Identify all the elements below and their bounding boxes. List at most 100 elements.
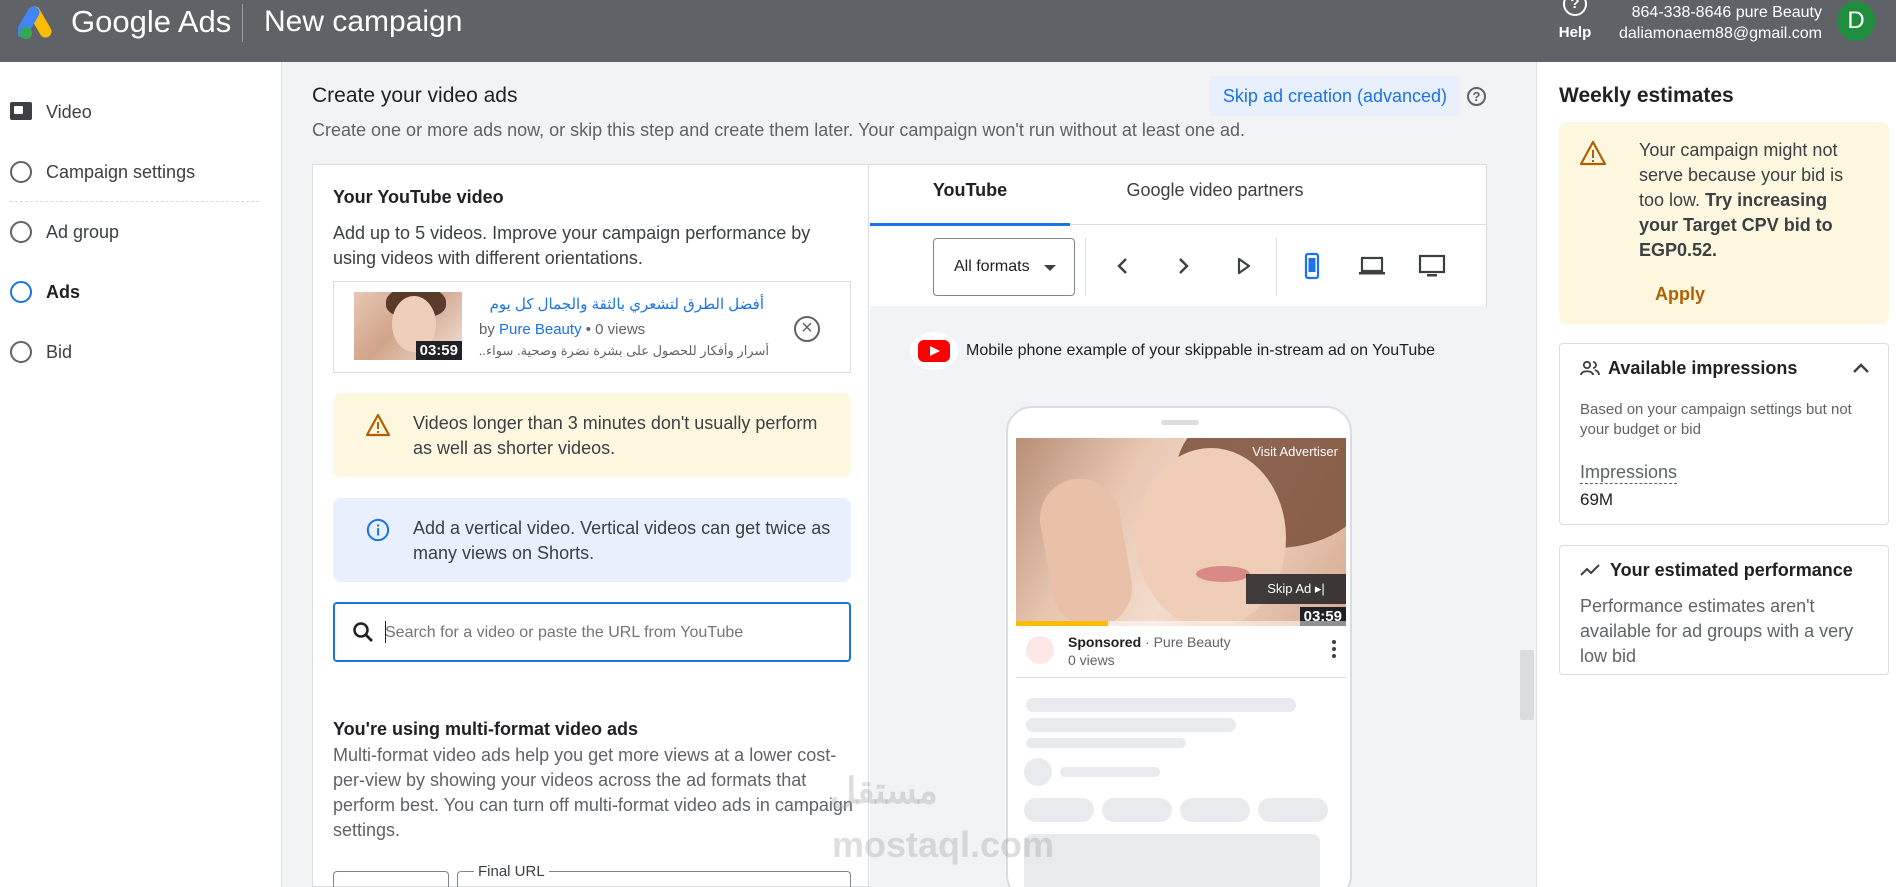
- more-vert-icon[interactable]: [1332, 640, 1336, 658]
- info-icon: [366, 518, 390, 542]
- nav-step-label: Bid: [46, 342, 73, 362]
- channel-avatar: [1026, 636, 1054, 664]
- format-select[interactable]: All formats: [933, 238, 1075, 296]
- video-byline: by Pure Beauty • 0 views: [479, 321, 645, 338]
- avatar[interactable]: D: [1837, 1, 1875, 41]
- people-icon: [1580, 360, 1600, 376]
- chevron-left-icon[interactable]: [1108, 251, 1138, 281]
- youtube-icon: [918, 340, 950, 362]
- radio-active-icon: [10, 281, 32, 303]
- impressions-note: Based on your campaign settings but not …: [1580, 401, 1852, 438]
- placeholder-chip: [1024, 798, 1094, 822]
- placeholder-avatar: [1024, 758, 1052, 786]
- tab-google-video-partners[interactable]: Google video partners: [1100, 165, 1330, 225]
- apply-button[interactable]: Apply: [1655, 284, 1705, 305]
- bid-warning-card: Your campaign might not serve because yo…: [1559, 122, 1889, 324]
- video-thumbnail: 03:59: [354, 292, 462, 360]
- youtube-video-description: Add up to 5 videos. Improve your campaig…: [333, 223, 811, 268]
- impressions-header[interactable]: Available impressions: [1580, 358, 1797, 379]
- placeholder-line: [1026, 718, 1236, 732]
- radio-icon: [10, 161, 32, 183]
- tab-youtube[interactable]: YouTube: [870, 165, 1070, 226]
- brand-name: Google Ads: [71, 4, 232, 39]
- preview-caption: Mobile phone example of your skippable i…: [966, 342, 1436, 359]
- laptop-icon[interactable]: [1357, 251, 1387, 281]
- format-select-value: All formats: [954, 258, 1030, 275]
- dropdown-arrow-icon: [1044, 265, 1056, 271]
- ad-hand: [1033, 472, 1139, 626]
- help-label: Help: [1558, 24, 1592, 41]
- help-button[interactable]: ? Help: [1556, 0, 1594, 46]
- chevron-up-icon[interactable]: [1852, 362, 1870, 374]
- remove-video-icon[interactable]: ×: [794, 316, 820, 342]
- placeholder-line: [1060, 767, 1160, 777]
- final-url-field[interactable]: Final URL: [457, 863, 851, 887]
- weekly-estimates-panel: Weekly estimates Your campaign might not…: [1536, 62, 1896, 887]
- ad-video-frame[interactable]: Visit Advertiser Skip Ad ▸| 03:59: [1016, 438, 1346, 626]
- ad-editor-panel: Your YouTube video Add up to 5 videos. I…: [313, 165, 869, 887]
- nav-step-label: Ad group: [46, 222, 120, 242]
- bid-warning-text: Your campaign might not serve because yo…: [1639, 138, 1869, 263]
- video-search-box[interactable]: [333, 602, 851, 662]
- search-icon: [353, 622, 373, 642]
- mobile-device-icon[interactable]: [1297, 251, 1327, 281]
- phone-mockup: Visit Advertiser Skip Ad ▸| 03:59 Sponso…: [1006, 406, 1352, 887]
- url-prefix-field[interactable]: [333, 871, 449, 887]
- warning-text: Videos longer than 3 minutes don't usual…: [413, 413, 818, 458]
- performance-title: Your estimated performance: [1610, 560, 1853, 580]
- byline-prefix: by: [479, 321, 495, 338]
- duration-warning: Videos longer than 3 minutes don't usual…: [333, 393, 851, 477]
- skip-ad-button[interactable]: Skip Ad ▸|: [1246, 574, 1346, 604]
- nav-step-label: Campaign settings: [46, 162, 196, 182]
- vertical-video-info: Add a vertical video. Vertical videos ca…: [333, 498, 851, 582]
- main-scrollbar-thumb[interactable]: [1520, 650, 1534, 720]
- advertiser-name: · Pure Beauty: [1145, 634, 1231, 650]
- account-info[interactable]: 864-338-8646 pure Beauty daliamonaem88@g…: [1600, 2, 1822, 44]
- warning-icon: [1579, 140, 1607, 166]
- play-icon[interactable]: [1228, 251, 1258, 281]
- youtube-video-title: Your YouTube video: [333, 187, 504, 207]
- weekly-estimates-title: Weekly estimates: [1559, 84, 1734, 107]
- text-caret: [385, 621, 386, 643]
- sponsored-label: Sponsored: [1068, 634, 1142, 650]
- selected-video-item[interactable]: 03:59 أفضل الطرق لتشعري بالثقة والجمال ك…: [333, 281, 851, 373]
- toolbar-divider: [1085, 238, 1086, 296]
- watermark-latin: mostaql.com: [832, 824, 1055, 865]
- impressions-label[interactable]: Impressions: [1580, 462, 1678, 484]
- video-snippet: أسرار وأفكار للحصول على بشرة نضرة وصحية.…: [479, 343, 769, 358]
- video-duration: 03:59: [415, 341, 462, 360]
- visit-advertiser-link[interactable]: Visit Advertiser: [1252, 444, 1338, 459]
- skip-next-icon: ▸|: [1314, 581, 1325, 596]
- impressions-title: Available impressions: [1608, 358, 1798, 378]
- phone-speaker: [1161, 420, 1199, 425]
- channel-link[interactable]: Pure Beauty: [499, 321, 582, 338]
- header-divider: [242, 4, 243, 42]
- placeholder-chip: [1102, 798, 1172, 822]
- help-icon[interactable]: ?: [1467, 87, 1486, 106]
- video-title[interactable]: أفضل الطرق لتشعري بالثقة والجمال كل يوم: [484, 295, 764, 313]
- video-search-input[interactable]: [385, 620, 825, 646]
- skip-ad-creation-button[interactable]: Skip ad creation (advanced): [1210, 76, 1460, 116]
- nav-divider: [10, 201, 259, 202]
- steps-nav: Video Campaign settings Ad group Ads Bid: [0, 62, 282, 887]
- toolbar-divider: [1276, 238, 1277, 296]
- final-url-label: Final URL: [474, 863, 549, 880]
- sponsored-line: Sponsored · Pure Beauty: [1068, 634, 1231, 650]
- chevron-right-icon[interactable]: [1168, 251, 1198, 281]
- multiformat-text: Multi-format video ads help you get more…: [333, 745, 853, 840]
- info-text: Add a vertical video. Vertical videos ca…: [413, 518, 831, 563]
- top-bar: Google Ads New campaign ? Help 864-338-8…: [0, 0, 1896, 62]
- desktop-icon[interactable]: [1417, 251, 1447, 281]
- preview-tabs: YouTube Google video partners: [870, 165, 1487, 226]
- ad-preview-panel: YouTube Google video partners All format…: [870, 165, 1487, 887]
- performance-header: Your estimated performance: [1580, 560, 1853, 581]
- available-impressions-card: Available impressions Based on your camp…: [1559, 343, 1889, 525]
- main-scrollbar[interactable]: [1518, 62, 1536, 887]
- placeholder-chip: [1180, 798, 1250, 822]
- video-views: • 0 views: [585, 321, 646, 338]
- placeholder-chip: [1258, 798, 1328, 822]
- section-subtitle: Create one or more ads now, or skip this…: [312, 120, 1245, 140]
- video-icon: [10, 102, 32, 120]
- google-ads-logo-icon[interactable]: [18, 5, 58, 41]
- skip-ad-label: Skip Ad: [1267, 581, 1312, 596]
